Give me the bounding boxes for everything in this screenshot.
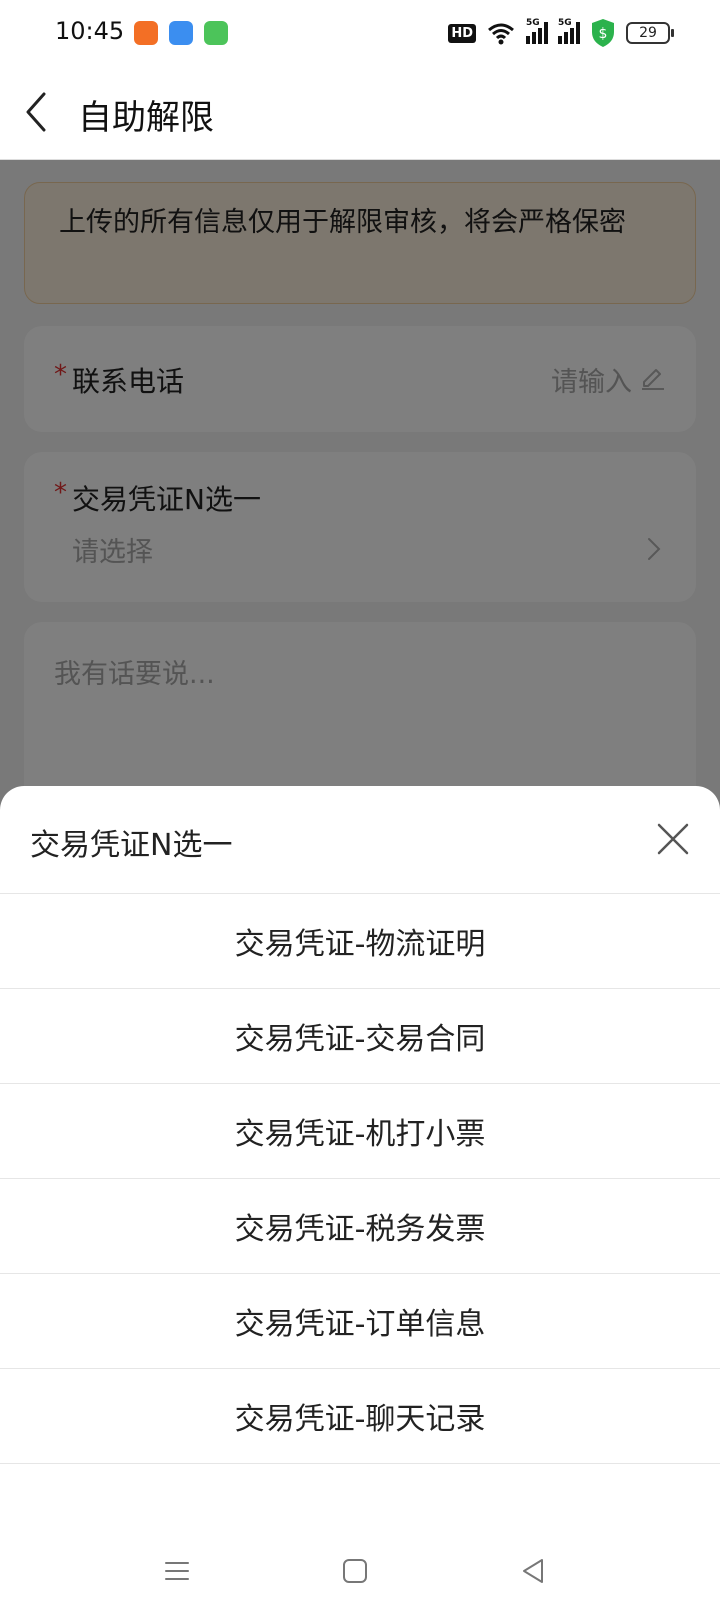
option-tax-invoice[interactable]: 交易凭证-税务发票 [0, 1179, 720, 1274]
wifi-icon [488, 23, 514, 45]
back-arrow-icon[interactable] [22, 90, 52, 134]
status-time: 10:45 [55, 17, 125, 45]
option-trade-contract[interactable]: 交易凭证-交易合同 [0, 989, 720, 1084]
system-nav-bar [0, 1526, 720, 1612]
close-icon[interactable] [656, 822, 690, 856]
green-app-icon [204, 21, 228, 45]
home-icon[interactable] [340, 1556, 370, 1586]
option-logistics-proof[interactable]: 交易凭证-物流证明 [0, 894, 720, 989]
menu-icon[interactable] [162, 1556, 192, 1586]
page-title: 自助解限 [78, 98, 214, 138]
shield-icon: $ [592, 19, 614, 47]
status-bar: 10:45 HD 5G 5G $ 29 [0, 0, 720, 66]
option-chat-record[interactable]: 交易凭证-聊天记录 [0, 1369, 720, 1464]
sheet-header: 交易凭证N选一 [0, 786, 720, 894]
hd-icon: HD [448, 23, 476, 43]
battery-icon: 29 [626, 22, 674, 44]
blue-app-icon [169, 21, 193, 45]
sheet-title: 交易凭证N选一 [30, 828, 233, 863]
back-triangle-icon[interactable] [518, 1556, 548, 1586]
page-header: 自助解限 [0, 66, 720, 160]
voucher-picker-sheet: 交易凭证N选一 交易凭证-物流证明 交易凭证-交易合同 交易凭证-机打小票 交易… [0, 786, 720, 1526]
signal-icon: 5G [558, 18, 580, 44]
option-order-info[interactable]: 交易凭证-订单信息 [0, 1274, 720, 1369]
option-printed-receipt[interactable]: 交易凭证-机打小票 [0, 1084, 720, 1179]
orange-app-icon [134, 21, 158, 45]
svg-text:$: $ [599, 26, 608, 42]
signal-icon: 5G [526, 18, 548, 44]
